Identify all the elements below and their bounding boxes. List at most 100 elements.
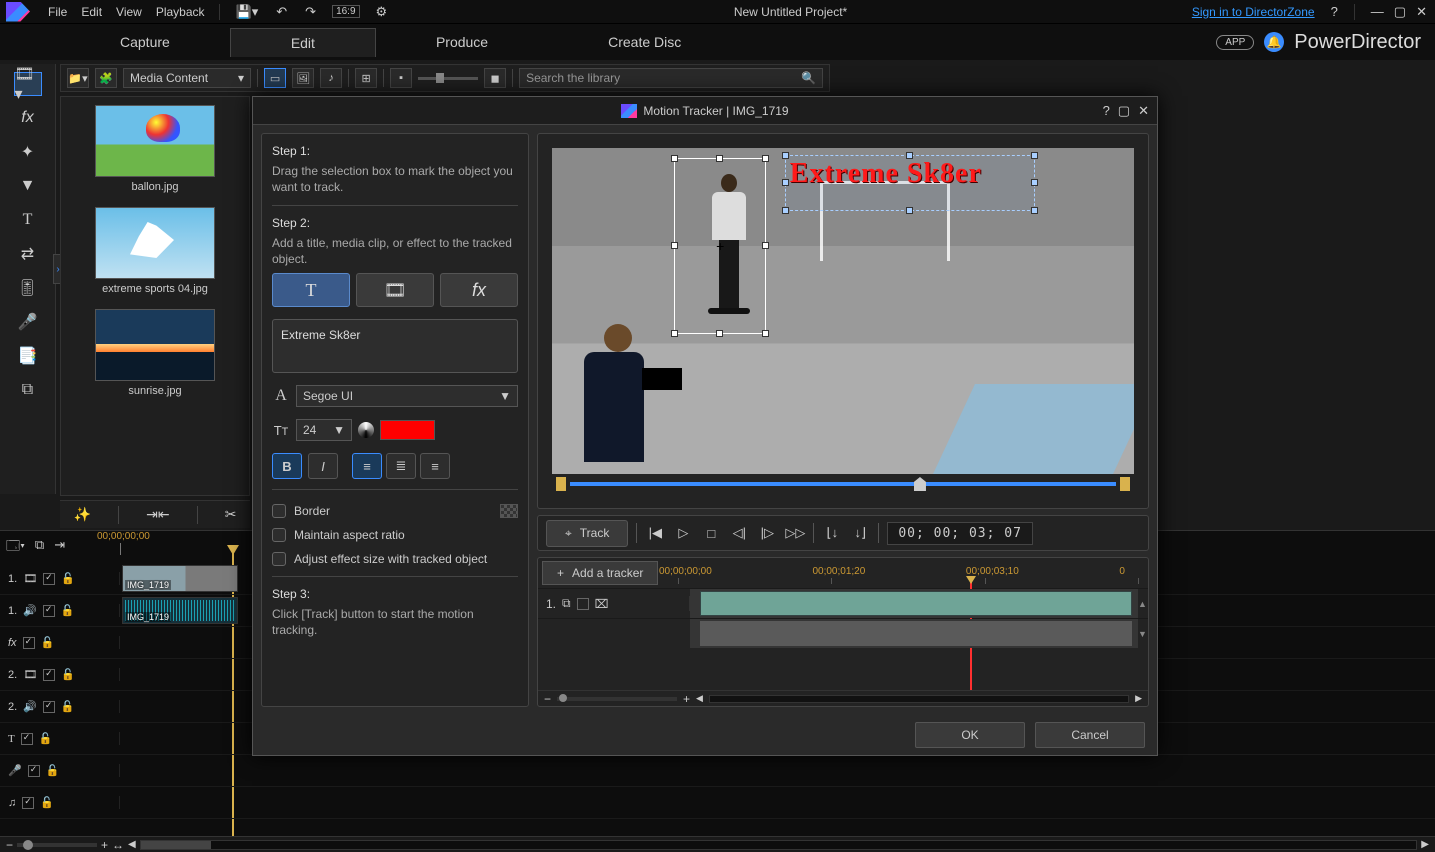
chapter-room-icon[interactable]: 📑 <box>14 344 42 368</box>
mark-in-handle[interactable] <box>556 477 566 491</box>
effect-room-icon[interactable]: fx <box>14 106 42 130</box>
zoom-in-icon[interactable]: + <box>101 838 108 852</box>
add-title-button[interactable]: T <box>272 273 350 307</box>
minimize-icon[interactable]: — <box>1369 4 1386 20</box>
tracker-delete-icon[interactable]: ⌧ <box>595 597 609 611</box>
tab-capture[interactable]: Capture <box>60 28 230 56</box>
help-icon[interactable]: ? <box>1329 4 1340 19</box>
track-header-video-1[interactable]: 1.🎞🔓 <box>0 572 120 585</box>
track-header-video-2[interactable]: 2.🎞🔓 <box>0 668 120 681</box>
lock-icon[interactable]: 🔓 <box>61 700 75 713</box>
mini-scroll-left-icon[interactable]: ◀ <box>696 693 703 704</box>
mark-in-icon[interactable]: ⌊↓ <box>822 523 842 543</box>
view-grid-icon[interactable]: ⊞ <box>355 68 377 88</box>
mark-out-icon[interactable]: ↓⌋ <box>850 523 870 543</box>
media-item[interactable]: extreme sports 04.jpg <box>69 207 241 295</box>
menu-file[interactable]: File <box>48 5 67 19</box>
title-room-icon[interactable]: T <box>14 208 42 232</box>
track-header-voice[interactable]: 🎤🔓 <box>0 764 120 777</box>
menu-playback[interactable]: Playback <box>156 5 205 19</box>
lock-icon[interactable]: 🔓 <box>40 796 54 809</box>
zoom-out-icon[interactable]: − <box>6 838 13 852</box>
particle-room-icon[interactable]: ▼ <box>14 174 42 198</box>
preview-scrubber[interactable] <box>552 474 1134 494</box>
dialog-help-icon[interactable]: ? <box>1103 103 1110 119</box>
filter-audio-icon[interactable]: ♪ <box>320 68 342 88</box>
stop-icon[interactable]: □ <box>701 523 721 543</box>
mini-zoom-out-icon[interactable]: − <box>544 692 551 706</box>
dialog-titlebar[interactable]: Motion Tracker | IMG_1719 ? ▢ ✕ <box>253 97 1157 125</box>
filter-image-icon[interactable]: 🖼 <box>292 68 314 88</box>
mini-scroll-down-icon[interactable]: ▼ <box>1138 629 1148 639</box>
cut-icon[interactable]: ✂ <box>225 506 237 523</box>
play-icon[interactable]: ▷ <box>673 523 693 543</box>
track-header-music[interactable]: ♫🔓 <box>0 796 120 809</box>
voiceover-icon[interactable]: 🎤 <box>14 310 42 334</box>
lock-icon[interactable]: 🔓 <box>61 572 75 585</box>
add-media-button[interactable]: 🎞 <box>356 273 434 307</box>
tab-create-disc[interactable]: Create Disc <box>548 28 741 56</box>
go-start-icon[interactable]: |◀ <box>645 523 665 543</box>
add-effect-button[interactable]: fx <box>440 273 518 307</box>
thumb-size-slider[interactable] <box>418 77 478 80</box>
dialog-close-icon[interactable]: ✕ <box>1138 103 1149 119</box>
italic-button[interactable]: I <box>308 453 338 479</box>
horizontal-scrollbar[interactable] <box>140 840 1418 850</box>
effect-size-checkbox[interactable] <box>272 552 286 566</box>
tl-view-icon[interactable]: 🗔▾ <box>6 537 25 559</box>
bold-button[interactable]: B <box>272 453 302 479</box>
tl-snap-icon[interactable]: ⇥ <box>54 537 65 559</box>
track-button[interactable]: ⌖Track <box>546 520 628 547</box>
aspect-ratio-dropdown[interactable]: 16:9 <box>332 5 359 18</box>
notification-icon[interactable]: 🔔 <box>1264 32 1284 52</box>
tracker-clip[interactable] <box>700 591 1132 616</box>
close-icon[interactable]: ✕ <box>1414 4 1429 20</box>
split-icon[interactable]: ⇥⇤ <box>146 506 169 523</box>
cancel-button[interactable]: Cancel <box>1035 722 1145 748</box>
lock-icon[interactable]: 🔓 <box>61 604 75 617</box>
library-dropdown[interactable]: Media Content▾ <box>123 68 251 88</box>
menu-edit[interactable]: Edit <box>81 5 102 19</box>
redo-icon[interactable]: ↷ <box>303 4 318 20</box>
tracker-selection-box[interactable]: + <box>674 158 766 334</box>
track-header-fx[interactable]: fx🔓 <box>0 636 120 649</box>
mini-scroll-right-icon[interactable]: ▶ <box>1135 693 1142 704</box>
thumb-small-icon[interactable]: ▪ <box>390 68 412 88</box>
fast-forward-icon[interactable]: ▷▷ <box>785 523 805 543</box>
import-icon[interactable]: 📁▾ <box>67 68 89 88</box>
settings-icon[interactable]: ⚙ <box>374 4 390 20</box>
library-search-input[interactable]: Search the library 🔍 <box>519 68 823 88</box>
color-mode-icon[interactable] <box>358 422 374 438</box>
tracker-visible-checkbox[interactable] <box>577 598 589 610</box>
mini-scroll-up-icon[interactable]: ▲ <box>1138 599 1148 609</box>
zoom-fit-icon[interactable]: ↔ <box>112 838 124 852</box>
timeline-clip[interactable]: IMG_1719 <box>122 597 238 624</box>
title-text-input[interactable]: Extreme Sk8er <box>272 319 518 373</box>
scroll-right-icon[interactable]: ▶ <box>1421 839 1429 850</box>
ok-button[interactable]: OK <box>915 722 1025 748</box>
prev-frame-icon[interactable]: ◁| <box>729 523 749 543</box>
mini-horizontal-scrollbar[interactable] <box>709 695 1129 703</box>
menu-view[interactable]: View <box>116 5 142 19</box>
lock-icon[interactable]: 🔓 <box>39 732 53 745</box>
font-color-swatch[interactable] <box>380 420 435 440</box>
sign-in-link[interactable]: Sign in to DirectorZone <box>1192 5 1315 19</box>
tracker-ruler[interactable]: 00;00;00;00 00;00;01;20 00;00;03;10 0 <box>668 558 1148 588</box>
lock-icon[interactable]: 🔓 <box>41 636 55 649</box>
scroll-left-icon[interactable]: ◀ <box>128 839 136 850</box>
maximize-icon[interactable]: ▢ <box>1392 4 1408 20</box>
font-family-dropdown[interactable]: Segoe UI▼ <box>296 385 518 407</box>
dialog-maximize-icon[interactable]: ▢ <box>1118 103 1130 119</box>
align-center-button[interactable]: ≣ <box>386 453 416 479</box>
media-item[interactable]: ballon.jpg <box>69 105 241 193</box>
mini-zoom-in-icon[interactable]: + <box>683 692 690 706</box>
lock-icon[interactable]: 🔓 <box>61 668 75 681</box>
undo-icon[interactable]: ↶ <box>274 4 289 20</box>
scrub-playhead[interactable] <box>914 477 926 491</box>
font-size-dropdown[interactable]: 24▼ <box>296 419 352 441</box>
zoom-slider[interactable] <box>17 843 97 847</box>
subtitle-room-icon[interactable]: ⧉ <box>14 378 42 402</box>
mini-zoom-slider[interactable] <box>557 697 677 701</box>
transition-room-icon[interactable]: ⇄ <box>14 242 42 266</box>
media-item[interactable]: sunrise.jpg <box>69 309 241 397</box>
